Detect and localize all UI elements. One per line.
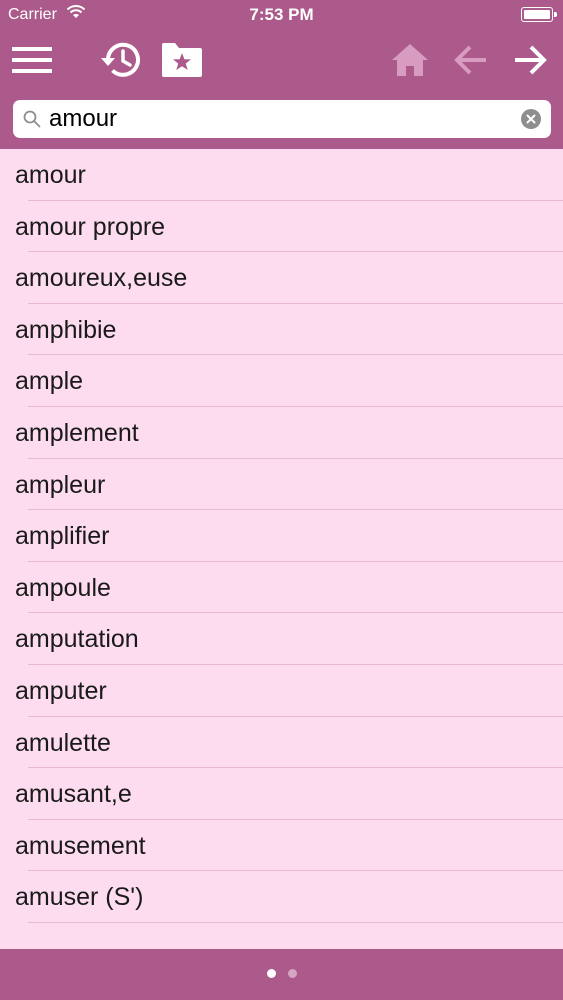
- word-label: ampleur: [15, 470, 106, 499]
- arrow-left-icon[interactable]: [449, 38, 493, 82]
- list-item[interactable]: amphibie: [0, 304, 563, 356]
- word-label: amplifier: [15, 522, 110, 551]
- list-item[interactable]: amoureux,euse: [0, 252, 563, 304]
- list-item[interactable]: amusement: [0, 820, 563, 872]
- list-item[interactable]: amusant,e: [0, 768, 563, 820]
- word-label: amusant,e: [15, 780, 132, 809]
- status-bar: Carrier 7:53 PM: [0, 0, 563, 30]
- hamburger-menu-icon[interactable]: [10, 38, 54, 82]
- arrow-right-icon[interactable]: [508, 38, 552, 82]
- list-item[interactable]: amulette: [0, 717, 563, 769]
- toolbar: [0, 30, 563, 90]
- word-label: amulette: [15, 728, 111, 757]
- row-separator: [28, 921, 563, 923]
- list-item[interactable]: amplifier: [0, 510, 563, 562]
- search-box: [13, 100, 551, 138]
- word-label: amour propre: [15, 212, 166, 241]
- search-input[interactable]: [49, 104, 489, 134]
- word-label: amoureux,euse: [15, 264, 188, 293]
- search-icon: [23, 110, 41, 128]
- footer-bar: [0, 949, 563, 1000]
- word-label: amour: [15, 161, 86, 189]
- battery-icon: [521, 7, 557, 22]
- search-bar: [0, 90, 563, 149]
- word-label: amplement: [15, 418, 139, 447]
- word-label: amputation: [15, 625, 139, 654]
- word-list: amour amour propre amoureux,euse amphibi…: [0, 149, 563, 949]
- list-item[interactable]: ampoule: [0, 562, 563, 614]
- list-item[interactable]: ampleur: [0, 459, 563, 511]
- word-label: amuser (S'): [15, 883, 144, 912]
- word-label: ample: [15, 367, 84, 396]
- clear-search-icon[interactable]: [521, 109, 541, 129]
- list-item[interactable]: amputer: [0, 665, 563, 717]
- word-label: amphibie: [15, 315, 117, 344]
- status-time: 7:53 PM: [249, 5, 314, 24]
- word-label: amputer: [15, 676, 107, 705]
- list-item[interactable]: amuser (S'): [0, 871, 563, 923]
- home-icon[interactable]: [388, 38, 432, 82]
- page-dot-1[interactable]: [266, 969, 276, 978]
- list-item[interactable]: amour propre: [0, 201, 563, 253]
- word-label: amusement: [15, 831, 146, 860]
- history-clock-icon[interactable]: [99, 38, 143, 82]
- list-item[interactable]: ample: [0, 355, 563, 407]
- list-item[interactable]: amour: [0, 149, 563, 201]
- word-label: ampoule: [15, 573, 111, 602]
- page-control[interactable]: [0, 969, 563, 978]
- page-dot-2[interactable]: [287, 969, 297, 978]
- folder-star-icon[interactable]: [160, 38, 204, 82]
- list-item[interactable]: amputation: [0, 613, 563, 665]
- list-item[interactable]: amplement: [0, 407, 563, 459]
